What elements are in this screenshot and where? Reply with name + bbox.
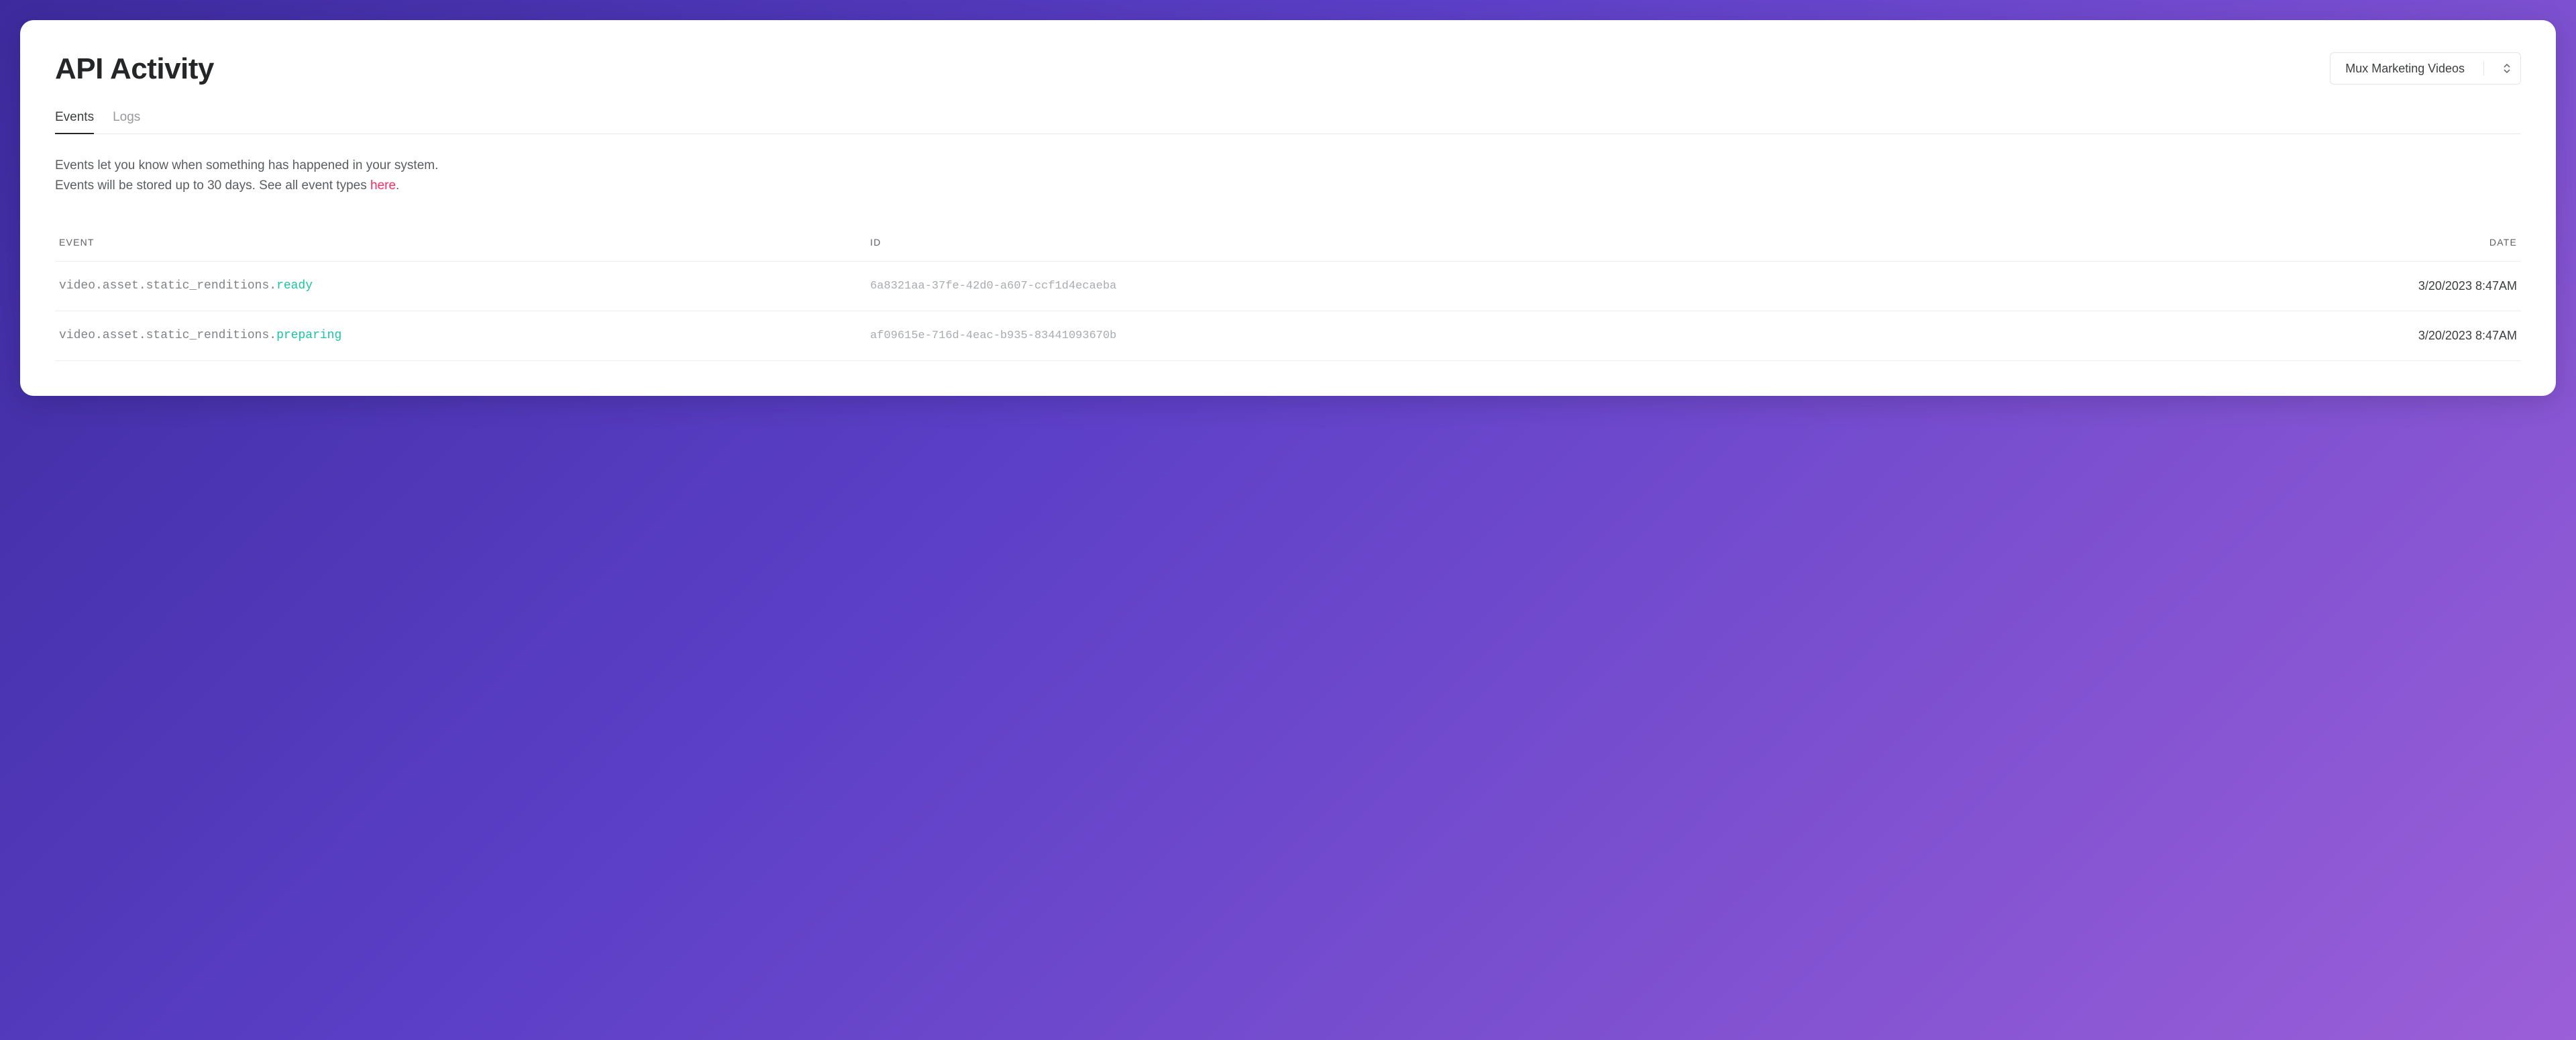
events-description: Events let you know when something has h… <box>55 156 2521 197</box>
event-date: 3/20/2023 8:47AM <box>2383 279 2517 293</box>
header-row: API Activity Mux Marketing Videos <box>55 52 2521 86</box>
api-activity-card: API Activity Mux Marketing Videos Events… <box>20 20 2556 396</box>
chevron-up-down-icon <box>2503 63 2511 74</box>
event-status: preparing <box>276 329 341 342</box>
tabs: Events Logs <box>55 110 2521 134</box>
column-header-date: DATE <box>2383 237 2517 248</box>
environment-selector-divider <box>2483 61 2484 76</box>
tab-logs[interactable]: Logs <box>113 110 140 134</box>
environment-selector[interactable]: Mux Marketing Videos <box>2330 52 2521 85</box>
table-header: EVENT ID DATE <box>55 237 2521 262</box>
tab-events[interactable]: Events <box>55 110 94 134</box>
event-id: af09615e-716d-4eac-b935-83441093670b <box>870 329 2383 342</box>
environment-selector-label: Mux Marketing Videos <box>2345 62 2465 76</box>
table-row[interactable]: video.asset.static_renditions.ready 6a83… <box>55 262 2521 311</box>
table-row[interactable]: video.asset.static_renditions.preparing … <box>55 311 2521 361</box>
column-header-event: EVENT <box>59 237 870 248</box>
event-status: ready <box>276 279 313 293</box>
description-line2: Events will be stored up to 30 days. See… <box>55 176 2521 196</box>
description-line1: Events let you know when something has h… <box>55 156 2521 176</box>
event-name: video.asset.static_renditions.preparing <box>59 329 870 342</box>
event-date: 3/20/2023 8:47AM <box>2383 329 2517 343</box>
event-id: 6a8321aa-37fe-42d0-a607-ccf1d4ecaeba <box>870 280 2383 293</box>
column-header-id: ID <box>870 237 2383 248</box>
event-name: video.asset.static_renditions.ready <box>59 279 870 293</box>
events-table: EVENT ID DATE video.asset.static_renditi… <box>55 237 2521 361</box>
event-types-link[interactable]: here <box>370 178 396 193</box>
page-title: API Activity <box>55 52 214 86</box>
